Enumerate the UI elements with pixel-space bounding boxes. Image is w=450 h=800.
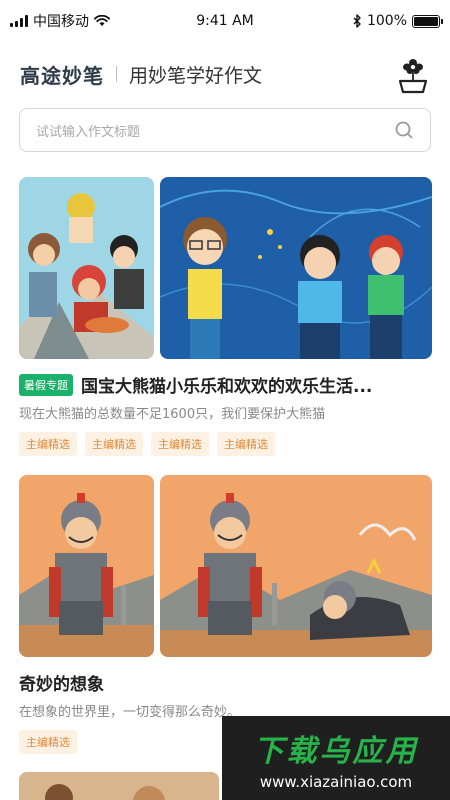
status-bar: 中国移动 9:41 AM 100%: [0, 0, 450, 42]
flower-pot-icon[interactable]: [396, 54, 430, 94]
signal-icon: [10, 15, 28, 27]
watermark-title: 下载乌应用: [253, 733, 419, 769]
card-image-main[interactable]: [160, 475, 432, 657]
search-bar[interactable]: 试试输入作文标题: [19, 108, 431, 152]
card-title[interactable]: 奇妙的想象: [19, 670, 104, 695]
card-images[interactable]: [19, 475, 432, 657]
header-divider: [116, 66, 117, 82]
card-tags: 主编精选 主编精选 主编精选 主编精选: [19, 432, 432, 456]
editor-pick-tag: 主编精选: [19, 730, 77, 754]
card-desc: 现在大熊猫的总数量不足1600只，我们要保护大熊猫: [19, 407, 326, 422]
card-title-row: 暑假专题 国宝大熊猫小乐乐和欢欢的欢乐生活...: [19, 372, 432, 397]
card-title[interactable]: 国宝大熊猫小乐乐和欢欢的欢乐生活...: [81, 372, 372, 397]
status-left: 中国移动: [10, 11, 160, 31]
wifi-icon: [94, 15, 110, 26]
article-card[interactable]: 暑假专题 国宝大熊猫小乐乐和欢欢的欢乐生活... 现在大熊猫的总数量不足1600…: [19, 177, 432, 456]
editor-pick-tag: 主编精选: [217, 432, 275, 456]
battery-icon: [412, 14, 443, 28]
site-watermark: 下载乌应用 www.xiazainiao.com: [222, 716, 450, 800]
app-slogan: 用妙笔学好作文: [129, 64, 263, 87]
card-image-main[interactable]: [160, 177, 432, 359]
card-thumbnail-left[interactable]: [19, 177, 154, 359]
search-icon[interactable]: [394, 120, 414, 140]
carrier-label: 中国移动: [33, 14, 89, 30]
card-title-row: 奇妙的想象: [19, 670, 432, 695]
card-thumbnail-left[interactable]: [19, 475, 154, 657]
editor-pick-tag: 主编精选: [19, 432, 77, 456]
article-card[interactable]: 奇妙的想象 在想象的世界里，一切变得那么奇妙。 主编精选: [19, 475, 432, 754]
bluetooth-icon: [353, 14, 361, 28]
app-logo[interactable]: 高途妙笔: [20, 60, 104, 89]
card-images[interactable]: [19, 177, 432, 359]
app-header: 高途妙笔 用妙笔学好作文: [20, 52, 430, 96]
battery-fill: [414, 16, 438, 26]
special-tag: 暑假专题: [19, 373, 73, 396]
editor-pick-tag: 主编精选: [151, 432, 209, 456]
battery-label: 100%: [366, 13, 407, 29]
status-time: 9:41 AM: [196, 13, 254, 29]
search-input[interactable]: 试试输入作文标题: [36, 121, 394, 140]
watermark-url: www.xiazainiao.com: [259, 772, 413, 791]
article-card-partial[interactable]: [19, 772, 219, 800]
status-right: 100%: [290, 13, 443, 29]
editor-pick-tag: 主编精选: [85, 432, 143, 456]
